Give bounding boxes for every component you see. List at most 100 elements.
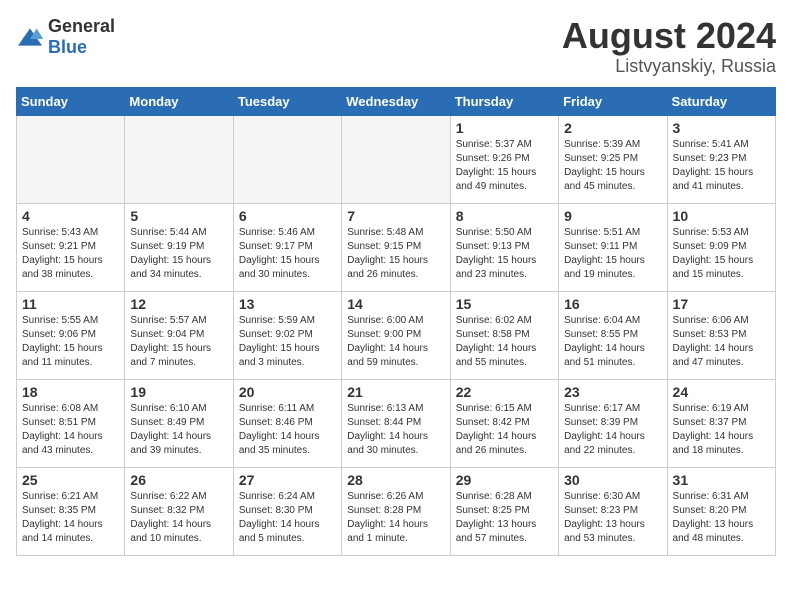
day-number: 26 xyxy=(130,472,227,488)
day-number: 28 xyxy=(347,472,444,488)
day-number: 23 xyxy=(564,384,661,400)
calendar-week-2: 4 Sunrise: 5:43 AM Sunset: 9:21 PM Daylig… xyxy=(17,203,776,291)
logo-icon xyxy=(16,27,44,47)
calendar-cell: 10 Sunrise: 5:53 AM Sunset: 9:09 PM Dayli… xyxy=(667,203,775,291)
day-number: 12 xyxy=(130,296,227,312)
logo-blue: Blue xyxy=(48,37,87,57)
day-info: Sunrise: 6:30 AM Sunset: 8:23 PM Dayligh… xyxy=(564,490,661,546)
day-number: 2 xyxy=(564,120,661,136)
calendar-cell xyxy=(17,115,125,203)
calendar-cell xyxy=(125,115,233,203)
weekday-header-friday: Friday xyxy=(559,87,667,115)
calendar-cell: 15 Sunrise: 6:02 AM Sunset: 8:58 PM Dayli… xyxy=(450,291,558,379)
calendar-cell: 3 Sunrise: 5:41 AM Sunset: 9:23 PM Daylig… xyxy=(667,115,775,203)
day-info: Sunrise: 6:13 AM Sunset: 8:44 PM Dayligh… xyxy=(347,402,444,458)
logo: General Blue xyxy=(16,16,115,58)
title-block: August 2024 Listvyanskiy, Russia xyxy=(562,16,776,77)
day-number: 8 xyxy=(456,208,553,224)
day-number: 9 xyxy=(564,208,661,224)
weekday-header-wednesday: Wednesday xyxy=(342,87,450,115)
calendar-cell: 27Sunrise: 6:24 AM Sunset: 8:30 PM Dayli… xyxy=(233,467,341,555)
day-number: 1 xyxy=(456,120,553,136)
day-info: Sunrise: 5:46 AM Sunset: 9:17 PM Dayligh… xyxy=(239,226,336,282)
calendar-cell: 12Sunrise: 5:57 AM Sunset: 9:04 PM Dayli… xyxy=(125,291,233,379)
calendar-cell xyxy=(342,115,450,203)
day-info: Sunrise: 5:48 AM Sunset: 9:15 PM Dayligh… xyxy=(347,226,444,282)
day-number: 31 xyxy=(673,472,770,488)
calendar-cell: 4 Sunrise: 5:43 AM Sunset: 9:21 PM Daylig… xyxy=(17,203,125,291)
weekday-header-tuesday: Tuesday xyxy=(233,87,341,115)
calendar-cell: 18 Sunrise: 6:08 AM Sunset: 8:51 PM Dayli… xyxy=(17,379,125,467)
day-info: Sunrise: 6:00 AM Sunset: 9:00 PM Dayligh… xyxy=(347,314,444,370)
page-header: General Blue August 2024 Listvyanskiy, R… xyxy=(16,16,776,77)
day-number: 29 xyxy=(456,472,553,488)
calendar-cell: 1 Sunrise: 5:37 AM Sunset: 9:26 PM Daylig… xyxy=(450,115,558,203)
day-number: 10 xyxy=(673,208,770,224)
calendar-cell: 22Sunrise: 6:15 AM Sunset: 8:42 PM Dayli… xyxy=(450,379,558,467)
day-info: Sunrise: 6:17 AM Sunset: 8:39 PM Dayligh… xyxy=(564,402,661,458)
calendar-cell: 9 Sunrise: 5:51 AM Sunset: 9:11 PM Daylig… xyxy=(559,203,667,291)
weekday-header-saturday: Saturday xyxy=(667,87,775,115)
calendar-cell: 28 Sunrise: 6:26 AM Sunset: 8:28 PM Dayli… xyxy=(342,467,450,555)
day-info: Sunrise: 6:24 AM Sunset: 8:30 PM Dayligh… xyxy=(239,490,336,546)
day-number: 21 xyxy=(347,384,444,400)
calendar-cell: 29 Sunrise: 6:28 AM Sunset: 8:25 PM Dayli… xyxy=(450,467,558,555)
day-number: 6 xyxy=(239,208,336,224)
calendar-cell: 8Sunrise: 5:50 AM Sunset: 9:13 PM Daylig… xyxy=(450,203,558,291)
day-number: 11 xyxy=(22,296,119,312)
day-info: Sunrise: 6:22 AM Sunset: 8:32 PM Dayligh… xyxy=(130,490,227,546)
day-number: 18 xyxy=(22,384,119,400)
calendar-cell: 2Sunrise: 5:39 AM Sunset: 9:25 PM Daylig… xyxy=(559,115,667,203)
weekday-header-monday: Monday xyxy=(125,87,233,115)
day-number: 15 xyxy=(456,296,553,312)
day-info: Sunrise: 6:10 AM Sunset: 8:49 PM Dayligh… xyxy=(130,402,227,458)
day-number: 16 xyxy=(564,296,661,312)
calendar-cell: 13Sunrise: 5:59 AM Sunset: 9:02 PM Dayli… xyxy=(233,291,341,379)
logo-general: General xyxy=(48,16,115,36)
day-number: 22 xyxy=(456,384,553,400)
day-number: 7 xyxy=(347,208,444,224)
calendar-cell: 26 Sunrise: 6:22 AM Sunset: 8:32 PM Dayli… xyxy=(125,467,233,555)
day-info: Sunrise: 6:06 AM Sunset: 8:53 PM Dayligh… xyxy=(673,314,770,370)
calendar-cell: 20Sunrise: 6:11 AM Sunset: 8:46 PM Dayli… xyxy=(233,379,341,467)
calendar-cell: 23 Sunrise: 6:17 AM Sunset: 8:39 PM Dayli… xyxy=(559,379,667,467)
day-info: Sunrise: 6:28 AM Sunset: 8:25 PM Dayligh… xyxy=(456,490,553,546)
day-info: Sunrise: 5:51 AM Sunset: 9:11 PM Dayligh… xyxy=(564,226,661,282)
day-number: 24 xyxy=(673,384,770,400)
calendar-cell xyxy=(233,115,341,203)
day-info: Sunrise: 6:26 AM Sunset: 8:28 PM Dayligh… xyxy=(347,490,444,546)
day-number: 4 xyxy=(22,208,119,224)
calendar-cell: 16 Sunrise: 6:04 AM Sunset: 8:55 PM Dayli… xyxy=(559,291,667,379)
calendar-table: SundayMondayTuesdayWednesdayThursdayFrid… xyxy=(16,87,776,556)
calendar-cell: 7 Sunrise: 5:48 AM Sunset: 9:15 PM Daylig… xyxy=(342,203,450,291)
day-number: 25 xyxy=(22,472,119,488)
calendar-week-3: 11Sunrise: 5:55 AM Sunset: 9:06 PM Dayli… xyxy=(17,291,776,379)
day-info: Sunrise: 6:02 AM Sunset: 8:58 PM Dayligh… xyxy=(456,314,553,370)
day-number: 19 xyxy=(130,384,227,400)
day-info: Sunrise: 5:53 AM Sunset: 9:09 PM Dayligh… xyxy=(673,226,770,282)
day-info: Sunrise: 5:44 AM Sunset: 9:19 PM Dayligh… xyxy=(130,226,227,282)
day-number: 17 xyxy=(673,296,770,312)
weekday-header-thursday: Thursday xyxy=(450,87,558,115)
weekday-header-row: SundayMondayTuesdayWednesdayThursdayFrid… xyxy=(17,87,776,115)
day-info: Sunrise: 6:04 AM Sunset: 8:55 PM Dayligh… xyxy=(564,314,661,370)
logo-text: General Blue xyxy=(48,16,115,58)
day-info: Sunrise: 6:08 AM Sunset: 8:51 PM Dayligh… xyxy=(22,402,119,458)
calendar-cell: 21 Sunrise: 6:13 AM Sunset: 8:44 PM Dayli… xyxy=(342,379,450,467)
calendar-cell: 24Sunrise: 6:19 AM Sunset: 8:37 PM Dayli… xyxy=(667,379,775,467)
day-info: Sunrise: 5:41 AM Sunset: 9:23 PM Dayligh… xyxy=(673,138,770,194)
day-number: 3 xyxy=(673,120,770,136)
day-number: 20 xyxy=(239,384,336,400)
calendar-cell: 14 Sunrise: 6:00 AM Sunset: 9:00 PM Dayli… xyxy=(342,291,450,379)
calendar-cell: 5Sunrise: 5:44 AM Sunset: 9:19 PM Daylig… xyxy=(125,203,233,291)
day-info: Sunrise: 5:37 AM Sunset: 9:26 PM Dayligh… xyxy=(456,138,553,194)
location-title: Listvyanskiy, Russia xyxy=(562,56,776,77)
calendar-cell: 31Sunrise: 6:31 AM Sunset: 8:20 PM Dayli… xyxy=(667,467,775,555)
calendar-week-5: 25 Sunrise: 6:21 AM Sunset: 8:35 PM Dayli… xyxy=(17,467,776,555)
day-number: 14 xyxy=(347,296,444,312)
calendar-cell: 25 Sunrise: 6:21 AM Sunset: 8:35 PM Dayli… xyxy=(17,467,125,555)
day-info: Sunrise: 6:21 AM Sunset: 8:35 PM Dayligh… xyxy=(22,490,119,546)
day-info: Sunrise: 5:59 AM Sunset: 9:02 PM Dayligh… xyxy=(239,314,336,370)
calendar-cell: 17 Sunrise: 6:06 AM Sunset: 8:53 PM Dayli… xyxy=(667,291,775,379)
day-info: Sunrise: 5:43 AM Sunset: 9:21 PM Dayligh… xyxy=(22,226,119,282)
